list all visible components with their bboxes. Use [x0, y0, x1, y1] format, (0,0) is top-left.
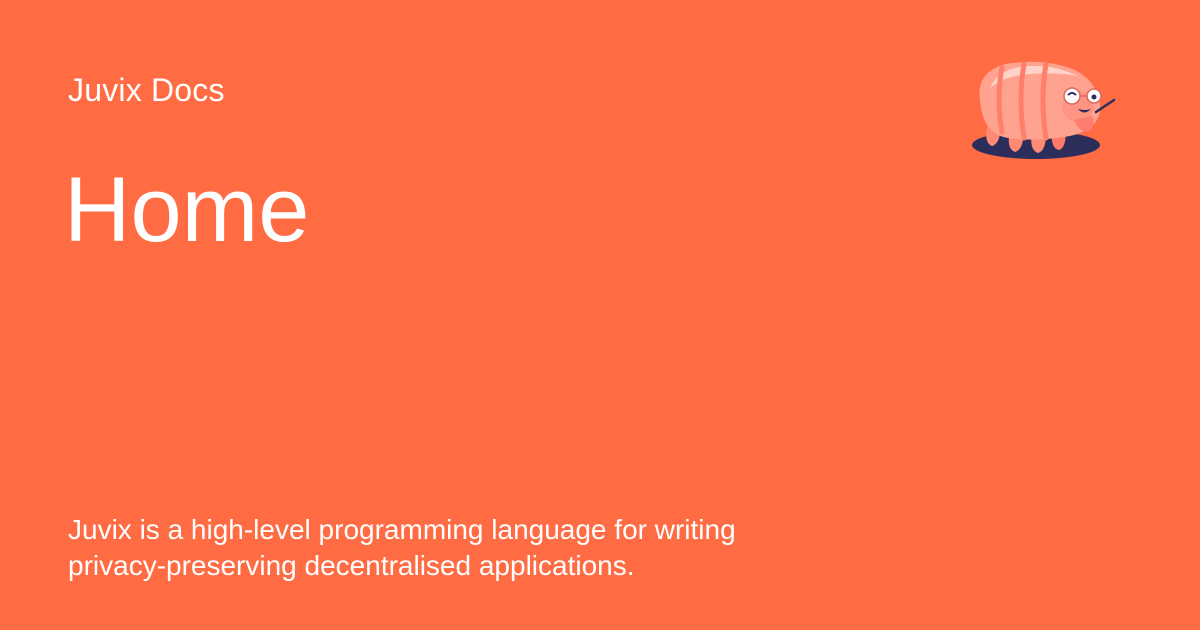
site-name: Juvix Docs	[68, 72, 225, 108]
tardigrade-mascot-icon	[968, 54, 1118, 164]
page-title: Home	[64, 159, 310, 261]
page-description: Juvix is a high-level programming langua…	[68, 514, 736, 581]
